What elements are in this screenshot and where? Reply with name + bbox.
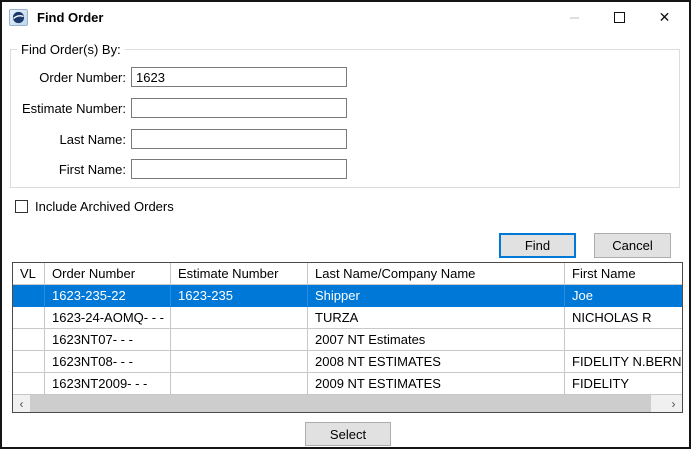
select-button[interactable]: Select: [305, 422, 391, 446]
column-header-last-name[interactable]: Last Name/Company Name: [308, 263, 565, 285]
cell-order-number: 1623NT2009- - -: [45, 373, 171, 395]
include-archived-checkbox[interactable]: [15, 200, 28, 213]
scrollbar-thumb[interactable]: [30, 395, 651, 412]
column-header-vl[interactable]: VL: [13, 263, 45, 285]
cell-estimate-number: 1623-235: [171, 285, 308, 307]
table-header-row: VL Order Number Estimate Number Last Nam…: [13, 263, 682, 285]
table-row[interactable]: 1623-235-22 1623-235 Shipper Joe: [13, 285, 682, 307]
find-order-dialog: Find Order ─ ✕ Find Order(s) By: Order N…: [0, 0, 691, 449]
maximize-icon: [614, 11, 625, 23]
app-logo-icon: [9, 8, 28, 26]
column-header-order-number[interactable]: Order Number: [45, 263, 171, 285]
table-row[interactable]: 1623-24-AOMQ- - - TURZA NICHOLAS R: [13, 307, 682, 329]
cell-last-name: 2008 NT ESTIMATES: [308, 351, 565, 373]
groupbox-legend: Find Order(s) By:: [17, 42, 125, 57]
order-number-label: Order Number:: [39, 70, 126, 85]
cell-first-name: [565, 329, 682, 351]
last-name-label: Last Name:: [59, 132, 126, 147]
cell-order-number: 1623-24-AOMQ- - -: [45, 307, 171, 329]
cell-vl: [13, 329, 45, 351]
estimate-number-input[interactable]: [131, 98, 347, 118]
cell-first-name: NICHOLAS R: [565, 307, 682, 329]
table-row[interactable]: 1623NT08- - - 2008 NT ESTIMATES FIDELITY…: [13, 351, 682, 373]
find-orders-by-group: Find Order(s) By: Order Number: Estimate…: [10, 42, 680, 188]
include-archived-row: Include Archived Orders: [15, 199, 174, 214]
scroll-right-icon[interactable]: ›: [665, 395, 682, 412]
cell-vl: [13, 285, 45, 307]
cell-order-number: 1623-235-22: [45, 285, 171, 307]
table-row[interactable]: 1623NT07- - - 2007 NT Estimates: [13, 329, 682, 351]
cell-estimate-number: [171, 307, 308, 329]
window-title: Find Order: [37, 9, 104, 25]
first-name-input[interactable]: [131, 159, 347, 179]
close-button[interactable]: ✕: [642, 2, 687, 32]
cell-estimate-number: [171, 351, 308, 373]
horizontal-scrollbar[interactable]: ‹ ›: [13, 395, 682, 412]
first-name-label: First Name:: [58, 162, 126, 177]
column-header-estimate-number[interactable]: Estimate Number: [171, 263, 308, 285]
results-table: VL Order Number Estimate Number Last Nam…: [12, 262, 683, 413]
cell-first-name: Joe: [565, 285, 682, 307]
cell-first-name: FIDELITY N.BERN: [565, 351, 682, 373]
maximize-button[interactable]: [597, 2, 642, 32]
include-archived-label: Include Archived Orders: [35, 199, 174, 214]
cell-last-name: TURZA: [308, 307, 565, 329]
scroll-left-icon[interactable]: ‹: [13, 395, 30, 412]
order-number-input[interactable]: [131, 67, 347, 87]
cell-last-name: Shipper: [308, 285, 565, 307]
minimize-button: ─: [569, 9, 580, 25]
cell-estimate-number: [171, 329, 308, 351]
column-header-first-name[interactable]: First Name: [565, 263, 682, 285]
estimate-number-label: Estimate Number:: [21, 101, 126, 116]
window-controls: ─ ✕: [552, 2, 687, 32]
cell-estimate-number: [171, 373, 308, 395]
cell-order-number: 1623NT07- - -: [45, 329, 171, 351]
table-row[interactable]: 1623NT2009- - - 2009 NT ESTIMATES FIDELI…: [13, 373, 682, 395]
title-bar: Find Order ─ ✕: [2, 2, 689, 32]
cell-vl: [13, 307, 45, 329]
cell-last-name: 2007 NT Estimates: [308, 329, 565, 351]
last-name-input[interactable]: [131, 129, 347, 149]
find-button[interactable]: Find: [499, 233, 576, 258]
cell-vl: [13, 351, 45, 373]
cell-vl: [13, 373, 45, 395]
cancel-button[interactable]: Cancel: [594, 233, 671, 258]
cell-first-name: FIDELITY: [565, 373, 682, 395]
cell-order-number: 1623NT08- - -: [45, 351, 171, 373]
cell-last-name: 2009 NT ESTIMATES: [308, 373, 565, 395]
